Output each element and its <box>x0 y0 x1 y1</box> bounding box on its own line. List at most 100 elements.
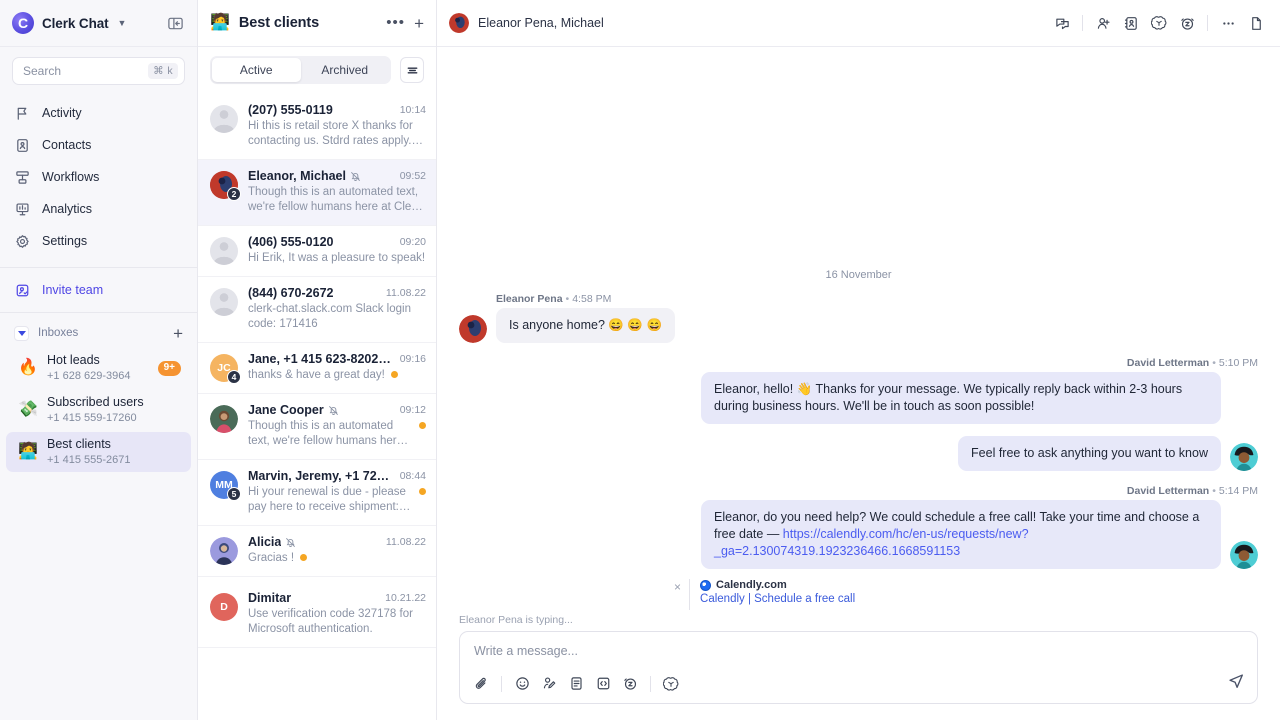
conversation-time: 10:14 <box>399 104 426 116</box>
sidebar-item-analytics[interactable]: Analytics <box>8 193 189 225</box>
preview-row: Though this is an automated text, we're … <box>248 417 426 449</box>
technologist-emoji-icon: 🧑‍💻 <box>210 14 230 31</box>
divider <box>689 579 691 610</box>
conversation-row[interactable]: JC 4 Jane, +1 415 623-8202… 09:16 thanks… <box>198 343 436 394</box>
invite-team-section: Invite team <box>0 272 197 308</box>
filter-icon[interactable] <box>400 57 424 83</box>
chat-bubbles-icon[interactable] <box>1052 13 1072 33</box>
ai-assistant-icon[interactable] <box>1149 13 1169 33</box>
money-wings-emoji-icon: 💸 <box>18 401 38 418</box>
conversation-preview: Use verification code 327178 for Microso… <box>248 608 413 635</box>
message-bubble: Is anyone home? 😄 😄 😄 <box>496 308 676 343</box>
conversation-row[interactable]: (844) 670-2672 11.08.22 clerk-chat.slack… <box>198 277 436 343</box>
notes-document-icon[interactable] <box>1246 13 1266 33</box>
avatar <box>210 237 238 265</box>
conversation-name: (406) 555-0120 <box>248 235 334 249</box>
brand-name: Clerk Chat <box>42 15 109 31</box>
preview-row: clerk-chat.slack.com Slack login code: 1… <box>248 300 426 332</box>
preview-row: Hi Erik, It was a pleasure to speak! <box>248 249 426 266</box>
message-sender: Eleanor Pena <box>496 293 563 305</box>
tab-active[interactable]: Active <box>212 58 301 82</box>
divider <box>501 675 502 692</box>
more-options-icon[interactable] <box>1218 13 1238 33</box>
conversation-row[interactable]: (406) 555-0120 09:20 Hi Erik, It was a p… <box>198 226 436 277</box>
schedule-clock-icon[interactable] <box>621 675 639 693</box>
sidebar-item-workflows[interactable]: Workflows <box>8 161 189 193</box>
signature-icon[interactable] <box>540 675 558 693</box>
conversation-preview: Hi your renewal is due - please pay here… <box>248 486 406 513</box>
conversation-preview: Though this is an automated text, we're … <box>248 420 403 447</box>
sidebar-item-settings[interactable]: Settings <box>8 225 189 257</box>
inbox-name: Hot leads <box>47 353 100 367</box>
message-bubble: Eleanor, hello! 👋 Thanks for your messag… <box>701 372 1221 424</box>
more-options-button[interactable]: ••• <box>386 15 405 30</box>
preview-row: Hi your renewal is due - please pay here… <box>248 483 426 515</box>
chat-header: Eleanor Pena, Michael <box>437 0 1280 47</box>
conversation-row[interactable]: (207) 555-0119 10:14 Hi this is retail s… <box>198 94 436 160</box>
message-row-outgoing: Eleanor, hello! 👋 Thanks for your messag… <box>701 372 1258 424</box>
message-bubble: Feel free to ask anything you want to kn… <box>958 436 1221 471</box>
divider <box>1082 15 1083 31</box>
conversation-time: 09:52 <box>399 170 426 182</box>
link-preview-title[interactable]: Calendly | Schedule a free call <box>700 593 1204 605</box>
conversation-row[interactable]: 2 Eleanor, Michael 09:52 Though this is … <box>198 160 436 226</box>
inbox-item-subscribed-users[interactable]: 💸 Subscribed users +1 415 559-17260 <box>6 390 191 430</box>
tab-archived[interactable]: Archived <box>301 58 390 82</box>
conversation-name: (207) 555-0119 <box>248 103 333 117</box>
conversation-row[interactable]: MM 5 Marvin, Jeremy, +1 720… 08:44 Hi yo… <box>198 460 436 526</box>
conversation-row[interactable]: Jane Cooper 09:12 Though this is an auto… <box>198 394 436 460</box>
message-time: 5:14 PM <box>1218 485 1258 497</box>
conversation-name: Dimitar <box>248 591 292 605</box>
add-inbox-button[interactable]: + <box>173 325 183 342</box>
conversation-name: Alicia <box>248 535 282 549</box>
conversation-preview: clerk-chat.slack.com Slack login code: 1… <box>248 303 411 330</box>
message-composer[interactable]: Write a message... <box>459 631 1258 704</box>
gear-icon <box>14 233 31 250</box>
message-meta: David Letterman • 5:10 PM <box>1126 357 1258 369</box>
inbox-name: Best clients <box>47 437 111 451</box>
message-row-outgoing: Feel free to ask anything you want to kn… <box>459 436 1258 471</box>
conversation-row[interactable]: Alicia 11.08.22 Gracias ! <box>198 526 436 577</box>
inboxes-collapse-icon[interactable] <box>14 325 29 341</box>
ai-assistant-icon[interactable] <box>662 675 680 693</box>
template-icon[interactable] <box>567 675 585 693</box>
tab-group: Active Archived <box>210 56 391 84</box>
contact-card-icon[interactable] <box>1121 13 1141 33</box>
message-sender: David Letterman <box>1126 357 1210 369</box>
conversation-time: 10.21.22 <box>385 592 426 604</box>
inbox-text: Best clients +1 415 555-2671 <box>47 437 181 467</box>
message-meta: Eleanor Pena • 4:58 PM <box>496 293 612 305</box>
conversation-body: Jane, +1 415 623-8202… 09:16 thanks & ha… <box>248 352 426 383</box>
conversation-scroll-area[interactable]: (207) 555-0119 10:14 Hi this is retail s… <box>198 94 436 720</box>
new-conversation-button[interactable]: + <box>414 15 424 32</box>
sidebar-header: C Clerk Chat ▼ <box>0 0 197 47</box>
sidebar-item-label: Analytics <box>42 202 93 216</box>
avatar: MM 5 <box>210 471 241 501</box>
chevron-down-icon[interactable]: ▼ <box>118 18 127 28</box>
mute-bell-icon <box>285 537 296 548</box>
invite-team-button[interactable]: Invite team <box>8 274 189 306</box>
inboxes-header: Inboxes + <box>0 317 197 347</box>
inbox-item-best-clients[interactable]: 🧑‍💻 Best clients +1 415 555-2671 <box>6 432 191 472</box>
conversation-row[interactable]: D Dimitar 10.21.22 Use verification code… <box>198 577 436 648</box>
search-placeholder: Search <box>23 64 62 78</box>
sidebar-item-contacts[interactable]: Contacts <box>8 129 189 161</box>
conversation-body: Marvin, Jeremy, +1 720… 08:44 Hi your re… <box>248 469 426 515</box>
conversation-time: 09:16 <box>399 353 426 365</box>
panel-collapse-icon[interactable] <box>163 11 187 35</box>
search-input[interactable]: Search ⌘ k <box>12 57 185 85</box>
message-row-incoming: Is anyone home? 😄 😄 😄 <box>459 308 1258 343</box>
sidebar-item-activity[interactable]: Activity <box>8 97 189 129</box>
close-icon[interactable]: × <box>674 579 681 594</box>
snooze-clock-icon[interactable] <box>1177 13 1197 33</box>
message-input[interactable]: Write a message... <box>472 643 1245 672</box>
send-icon[interactable] <box>1227 672 1245 695</box>
inbox-item-hot-leads[interactable]: 🔥 Hot leads +1 628 629-3964 9+ <box>6 348 191 388</box>
attachment-icon[interactable] <box>472 675 490 693</box>
preview-row: Use verification code 327178 for Microso… <box>248 605 426 637</box>
message-time: 4:58 PM <box>572 293 612 305</box>
emoji-icon[interactable] <box>513 675 531 693</box>
add-person-icon[interactable] <box>1093 13 1113 33</box>
inbox-text: Hot leads +1 628 629-3964 <box>47 353 149 383</box>
variable-code-icon[interactable] <box>594 675 612 693</box>
